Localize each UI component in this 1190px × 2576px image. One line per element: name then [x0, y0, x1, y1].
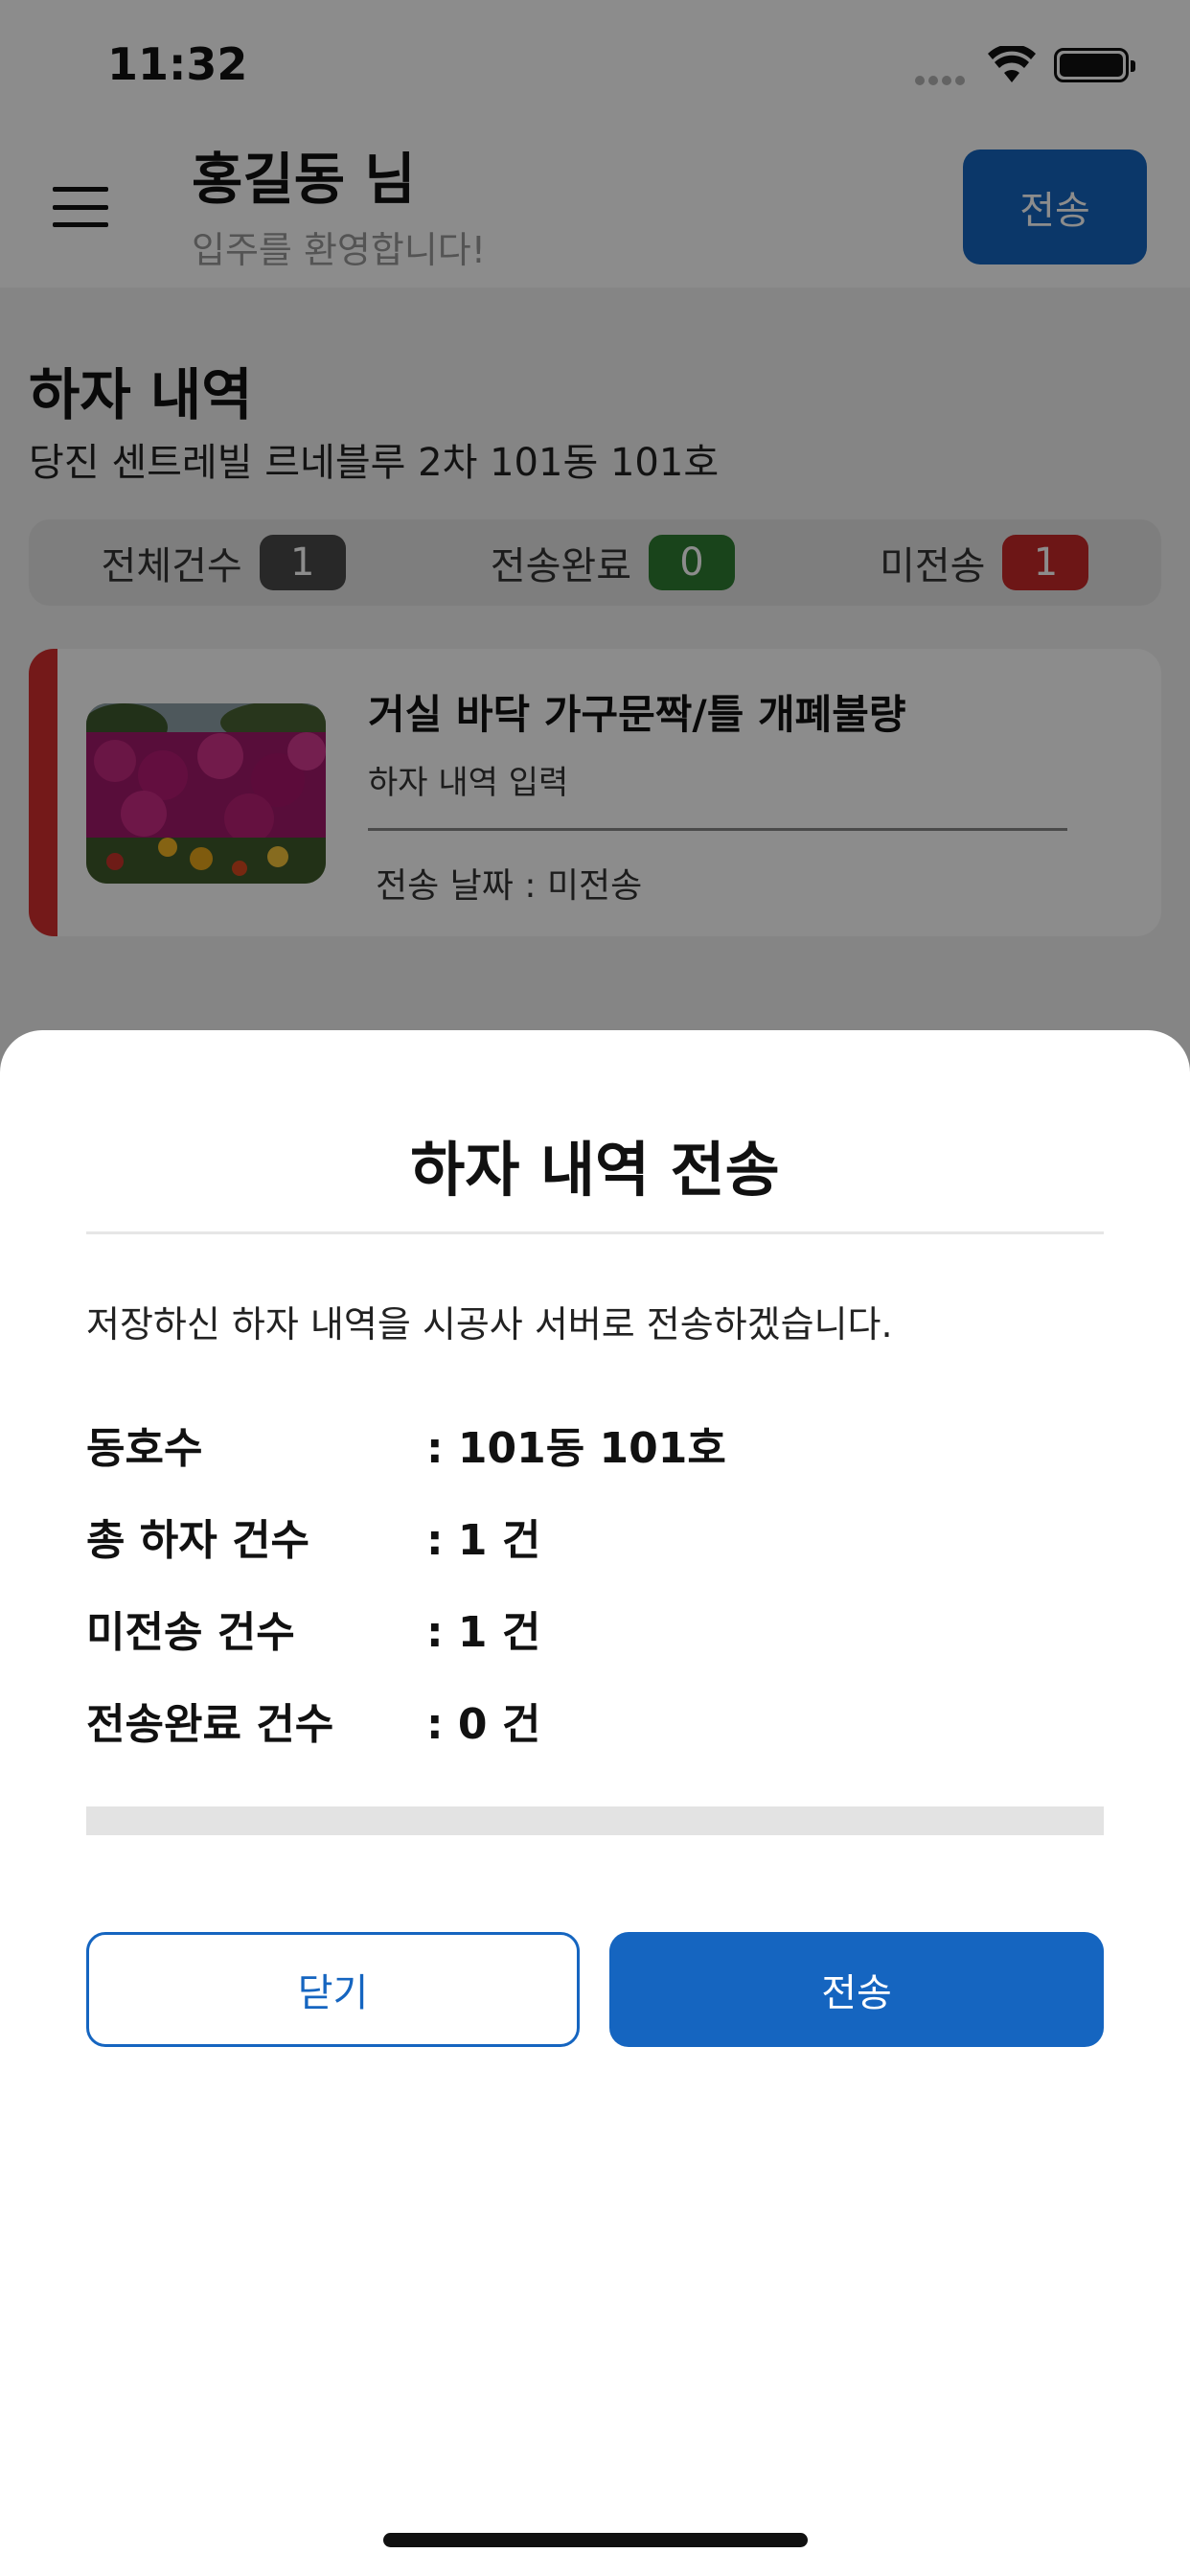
close-button[interactable]: 닫기 — [86, 1932, 580, 2047]
info-label: 동호수 — [86, 1424, 203, 1473]
send-button[interactable]: 전송 — [609, 1932, 1104, 2047]
info-label: 미전송 건수 — [86, 1608, 295, 1657]
info-label: 총 하자 건수 — [86, 1516, 310, 1565]
home-indicator[interactable] — [383, 2533, 808, 2547]
info-value: : 101동 101호 — [426, 1424, 726, 1473]
dialog-divider — [86, 1231, 1104, 1234]
send-dialog-sheet: 하자 내역 전송 저장하신 하자 내역을 시공사 서버로 전송하겠습니다. 동호… — [0, 1030, 1190, 2576]
info-value: : 1 건 — [426, 1516, 541, 1565]
info-value: : 0 건 — [426, 1700, 541, 1749]
dialog-message: 저장하신 하자 내역을 시공사 서버로 전송하겠습니다. — [86, 1303, 893, 1346]
upload-progress-bar — [86, 1806, 1104, 1835]
dialog-title: 하자 내역 전송 — [410, 1135, 780, 1205]
info-value: : 1 건 — [426, 1608, 541, 1657]
info-label: 전송완료 건수 — [86, 1700, 334, 1749]
